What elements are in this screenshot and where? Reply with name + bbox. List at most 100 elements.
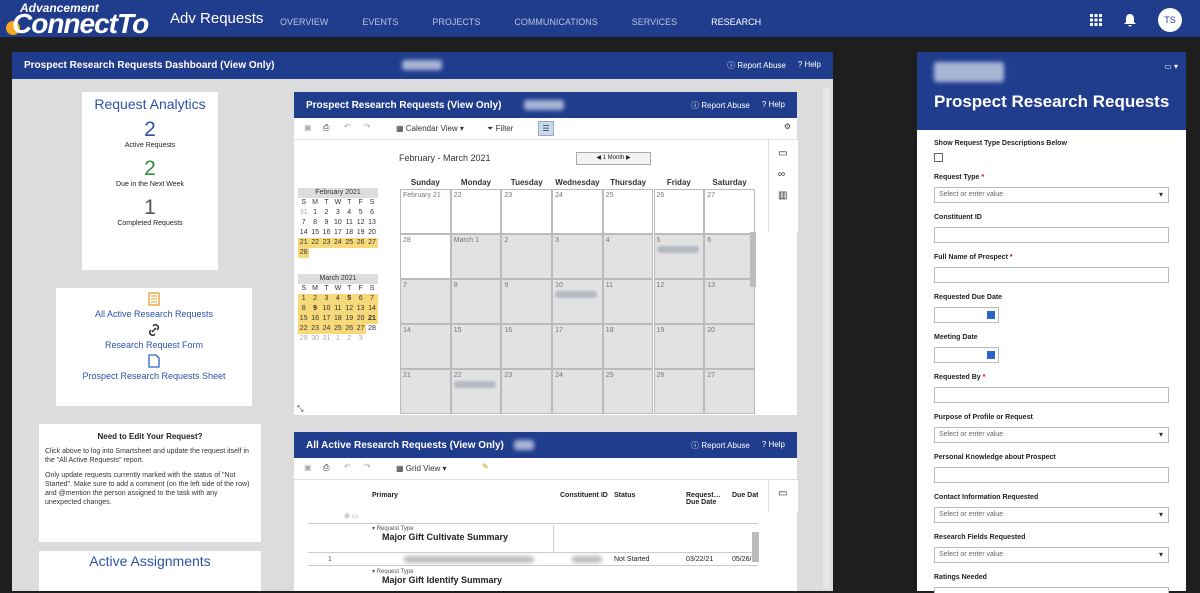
help-link[interactable]: ? Help [762, 440, 785, 451]
calendar-day-cell[interactable]: 24 [552, 189, 603, 234]
undo-icon[interactable]: ↶ [344, 122, 351, 131]
redo-icon[interactable]: ↷ [364, 122, 371, 131]
requested-due-date-input[interactable] [934, 307, 999, 323]
notification-bell-icon[interactable] [1124, 13, 1136, 27]
mini-calendar-day[interactable]: 1 [298, 294, 310, 304]
mini-calendar-day[interactable]: 26 [354, 238, 367, 248]
mini-calendar-day[interactable]: 13 [366, 218, 377, 228]
report-abuse-link[interactable]: ⓘ Report Abuse [727, 60, 786, 71]
calendar-event-chip[interactable] [656, 246, 699, 253]
mini-calendar-day[interactable]: 25 [343, 238, 355, 248]
mini-calendar-day[interactable]: 14 [298, 228, 309, 238]
mini-calendar-day[interactable]: 27 [366, 238, 378, 248]
print-icon[interactable]: ⎙ [323, 463, 329, 473]
mini-calendar-day[interactable]: 3 [320, 294, 333, 304]
col-request-due-date[interactable]: Request… Due Date [686, 492, 728, 506]
proofs-icon[interactable]: ▥ [778, 190, 789, 201]
mini-calendar-day[interactable]: 20 [354, 314, 367, 324]
nav-link-communications[interactable]: COMMUNICATIONS [514, 17, 597, 27]
calendar-day-cell[interactable]: 9 [501, 279, 553, 324]
save-icon[interactable]: ▣ [304, 123, 312, 132]
research-request-form-link[interactable]: Research Request Form [56, 340, 252, 350]
mini-calendar-day[interactable]: 4 [344, 208, 355, 218]
calendar-day-cell[interactable]: 12 [653, 279, 705, 324]
group-row[interactable]: ▾ Request Type Major Gift Identify Summa… [368, 568, 558, 590]
mini-calendar-day[interactable]: 3 [332, 208, 343, 218]
status-cell[interactable]: Not Started [614, 556, 649, 563]
calendar-day-cell[interactable]: 22 [450, 189, 502, 234]
mini-calendar-day[interactable]: 9 [309, 304, 321, 314]
mini-calendar-day[interactable]: 17 [320, 314, 333, 324]
mini-calendar-day[interactable]: 24 [332, 238, 344, 248]
form-menu-icon[interactable]: ▭ ▾ [1164, 62, 1178, 71]
mini-calendar-day[interactable]: 1 [309, 208, 320, 218]
help-link[interactable]: ? Help [798, 60, 821, 71]
calendar-event-chip[interactable] [453, 381, 496, 388]
prospect-research-requests-sheet-link[interactable]: Prospect Research Requests Sheet [56, 371, 252, 381]
mini-calendar-day[interactable]: 14 [366, 304, 378, 314]
calendar-day-cell[interactable]: 17 [552, 324, 603, 369]
mini-calendar-day[interactable]: 7 [366, 294, 378, 304]
mini-calendar-day[interactable]: 25 [332, 324, 344, 334]
help-link[interactable]: ? Help [762, 100, 785, 111]
calendar-day-cell[interactable]: 2 [501, 234, 553, 279]
print-icon[interactable]: ⎙ [323, 123, 329, 133]
calendar-day-cell[interactable]: 20 [704, 324, 755, 369]
calendar-day-cell[interactable]: 21 [400, 369, 451, 414]
nav-link-services[interactable]: SERVICES [632, 17, 677, 27]
calendar-day-cell[interactable]: 24 [552, 369, 603, 414]
mini-calendar-day[interactable]: 26 [343, 324, 355, 334]
calendar-day-cell[interactable]: 13 [704, 279, 755, 324]
requested-by-input[interactable] [934, 387, 1169, 403]
mini-calendar-day[interactable]: 5 [343, 294, 355, 304]
mini-calendar-day[interactable]: 22 [298, 324, 310, 334]
mini-calendar-day[interactable]: 2 [321, 208, 332, 218]
col-due-date[interactable]: Due Date [732, 492, 758, 499]
request-due-date-cell[interactable]: 03/22/21 [686, 556, 713, 563]
calendar-day-cell[interactable]: 26 [653, 369, 705, 414]
report-scrollbar[interactable] [752, 532, 759, 562]
list-view-icon[interactable]: ☰ [538, 121, 554, 136]
mini-calendar-day[interactable]: 18 [344, 228, 355, 238]
col-constituent-id[interactable]: Constituent ID [560, 492, 608, 499]
filter-button[interactable]: ⏷ Filter [487, 124, 513, 134]
mini-calendar-day[interactable]: 20 [366, 228, 377, 238]
due-date-cell[interactable]: 05/26/ [732, 556, 751, 563]
calendar-day-cell[interactable]: 18 [602, 324, 654, 369]
table-row[interactable]: 1 Not Started 03/22/21 05/26/ [308, 552, 758, 566]
col-primary[interactable]: Primary [372, 492, 398, 499]
redo-icon[interactable]: ↷ [364, 462, 371, 471]
mini-calendar-day[interactable]: 24 [320, 324, 333, 334]
mini-calendar-day[interactable]: 30 [309, 334, 320, 344]
highlight-icon[interactable]: ✎ [482, 462, 489, 471]
calendar-day-cell[interactable]: 11 [602, 279, 654, 324]
calendar-day-cell[interactable]: 23 [501, 369, 553, 414]
mini-calendar-day[interactable]: 15 [298, 314, 310, 324]
calendar-day-cell[interactable]: 3 [552, 234, 603, 279]
view-selector[interactable]: ▦ Calendar View ▾ [396, 124, 464, 133]
calendar-day-cell[interactable]: 5 [653, 234, 705, 279]
calendar-day-cell[interactable]: 15 [450, 324, 502, 369]
calendar-day-cell[interactable]: February 21 [400, 189, 451, 234]
period-navigator[interactable]: ◀ 1 Month ▶ [576, 152, 651, 165]
mini-calendar-day[interactable]: 19 [343, 314, 355, 324]
mini-calendar-day[interactable]: 8 [298, 304, 310, 314]
mini-calendar-day[interactable]: 12 [343, 304, 355, 314]
calendar-day-cell[interactable]: 22 [450, 369, 502, 414]
nav-link-research[interactable]: RESEARCH [711, 17, 761, 27]
mini-calendar-day[interactable]: 10 [320, 304, 333, 314]
mini-calendar-day[interactable]: 5 [355, 208, 366, 218]
apps-grid-icon[interactable] [1090, 14, 1102, 26]
mini-calendar-day[interactable]: 18 [332, 314, 344, 324]
ratings-needed-input[interactable] [934, 587, 1169, 593]
mini-calendar-day[interactable]: 2 [344, 334, 355, 344]
mini-calendar-day[interactable]: 21 [298, 238, 310, 248]
mini-calendar-day[interactable]: 17 [332, 228, 343, 238]
nav-link-projects[interactable]: PROJECTS [432, 17, 480, 27]
mini-calendar-day[interactable]: 31 [321, 334, 332, 344]
meeting-date-input[interactable] [934, 347, 999, 363]
mini-calendar-day[interactable]: 7 [298, 218, 309, 228]
settings-gear-icon[interactable]: ⚙ [784, 122, 791, 131]
request-type-select[interactable]: Select or enter value [934, 187, 1169, 203]
mini-calendar-day[interactable]: 10 [332, 218, 343, 228]
